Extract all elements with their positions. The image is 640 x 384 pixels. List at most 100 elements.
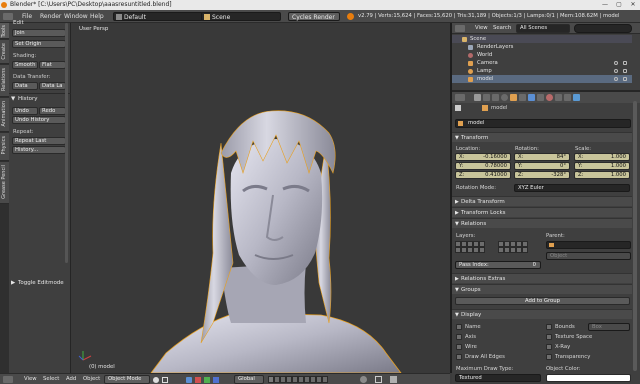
rotation-z-field[interactable]: Z: -328°	[514, 171, 570, 179]
menu-select[interactable]: Select	[43, 375, 59, 384]
material-tab-icon[interactable]	[546, 94, 553, 101]
display-panel-header[interactable]: Display	[452, 309, 632, 320]
outliner-row-camera[interactable]: Camera	[452, 59, 632, 67]
rotate-icon[interactable]	[204, 377, 210, 383]
undo-button[interactable]: Undo	[12, 107, 38, 115]
transparency-checkbox[interactable]	[546, 354, 552, 360]
object-tab-icon[interactable]	[510, 94, 517, 101]
pivot-icon[interactable]	[162, 377, 168, 383]
translate-icon[interactable]	[195, 377, 201, 383]
editor-type-3d-icon[interactable]	[3, 376, 13, 383]
undo-history-button[interactable]: Undo History	[12, 116, 66, 124]
tab-grease-pencil[interactable]: Grease Pencil	[0, 162, 9, 204]
render-tab-icon[interactable]	[474, 94, 481, 101]
scale-x-field[interactable]: X: 1.000	[574, 153, 630, 161]
object-name-field[interactable]: model	[455, 119, 631, 128]
texture-space-checkbox[interactable]	[546, 334, 552, 340]
layer-buttons[interactable]	[268, 376, 328, 383]
tab-relations[interactable]: Relations	[0, 65, 9, 97]
outliner-row-lamp[interactable]: Lamp	[452, 67, 632, 75]
menu-add[interactable]: Add	[66, 375, 76, 384]
outliner-search-input[interactable]	[574, 24, 632, 33]
outliner-menu-search[interactable]: Search	[493, 24, 511, 33]
rotation-y-field[interactable]: Y: 0°	[514, 162, 570, 170]
object-layers-grid-left[interactable]	[455, 241, 485, 253]
toggle-editmode-arrow-icon[interactable]: ▶	[11, 280, 15, 286]
properties-editor-icon[interactable]	[455, 94, 465, 101]
render-layers-tab-icon[interactable]	[483, 94, 490, 101]
tab-create[interactable]: Create	[0, 40, 9, 64]
texture-tab-icon[interactable]	[555, 94, 562, 101]
flat-button[interactable]: Flat	[39, 61, 66, 69]
selectable-arrow-icon[interactable]	[623, 61, 627, 65]
layout-selector[interactable]: Default	[113, 12, 203, 21]
outliner-row-model[interactable]: model	[452, 75, 632, 83]
bounds-type-dropdown[interactable]: Box	[588, 323, 630, 331]
visibility-eye-icon[interactable]	[614, 69, 618, 73]
3d-viewport[interactable]: User Persp (0) model	[71, 23, 450, 373]
repeat-history-button[interactable]: History...	[12, 146, 66, 154]
relations-panel-header[interactable]: Relations	[452, 218, 632, 229]
location-x-field[interactable]: X: -0.16000	[455, 153, 511, 161]
add-to-group-button[interactable]: Add to Group	[455, 297, 630, 305]
draw-all-edges-checkbox[interactable]	[456, 354, 462, 360]
properties-scrollbar[interactable]	[633, 101, 637, 371]
location-y-field[interactable]: Y: 0.78000	[455, 162, 511, 170]
snap-icon[interactable]	[375, 376, 382, 383]
selectable-arrow-icon[interactable]	[623, 69, 627, 73]
proportional-edit-icon[interactable]	[360, 376, 367, 383]
render-engine-selector[interactable]: Cycles Render	[288, 12, 340, 21]
data-tab-icon[interactable]	[537, 94, 544, 101]
pin-icon[interactable]	[455, 105, 461, 111]
history-arrow-icon[interactable]: ▼	[11, 96, 15, 102]
particles-tab-icon[interactable]	[564, 94, 571, 101]
toggle-editmode-header[interactable]: Toggle Editmode	[18, 280, 64, 286]
object-color-swatch[interactable]	[546, 374, 631, 382]
repeat-last-button[interactable]: Repeat Last	[12, 137, 66, 145]
location-z-field[interactable]: Z: 0.41000	[455, 171, 511, 179]
scale-z-field[interactable]: Z: 1.000	[574, 171, 630, 179]
bounds-checkbox[interactable]	[546, 324, 552, 330]
edit-header[interactable]: Edit	[13, 20, 24, 26]
data-layers-button[interactable]: Data La	[39, 82, 66, 90]
object-layers-grid-right[interactable]	[498, 241, 528, 253]
physics-tab-icon[interactable]	[573, 94, 580, 101]
groups-panel-header[interactable]: Groups	[452, 284, 632, 295]
rotation-x-field[interactable]: X: 84°	[514, 153, 570, 161]
xray-checkbox[interactable]	[546, 344, 552, 350]
scale-icon[interactable]	[213, 377, 219, 383]
outliner-menu-view[interactable]: View	[475, 24, 488, 33]
scene-selector[interactable]: Scene	[201, 12, 281, 21]
menu-help[interactable]: Help	[90, 12, 104, 21]
rotation-mode-dropdown[interactable]: XYZ Euler	[514, 184, 630, 192]
world-tab-icon[interactable]	[501, 94, 508, 101]
tab-animation[interactable]: Animation	[0, 98, 9, 132]
mode-selector[interactable]: Object Mode	[104, 375, 150, 384]
scale-y-field[interactable]: Y: 1.000	[574, 162, 630, 170]
set-origin-button[interactable]: Set Origin	[12, 40, 66, 48]
join-button[interactable]: Join	[12, 29, 66, 37]
history-header[interactable]: History	[18, 96, 38, 102]
delta-transform-panel-header[interactable]: Delta Transform	[452, 196, 632, 207]
constraints-tab-icon[interactable]	[519, 94, 526, 101]
outliner-row-renderlayers[interactable]: RenderLayers	[452, 43, 632, 51]
tab-physics[interactable]: Physics	[0, 133, 9, 161]
menu-view[interactable]: View	[24, 375, 37, 384]
close-button[interactable]: ✕	[626, 0, 640, 10]
modifiers-tab-icon[interactable]	[528, 94, 535, 101]
name-checkbox[interactable]	[456, 324, 462, 330]
outliner-filter-selector[interactable]: All Scenes	[516, 24, 570, 33]
menu-render[interactable]: Render	[40, 12, 61, 21]
relations-extras-panel-header[interactable]: Relations Extras	[452, 273, 632, 284]
viewport-shading-icon[interactable]	[153, 377, 159, 383]
outliner-row-world[interactable]: World	[452, 51, 632, 59]
data-button[interactable]: Data	[12, 82, 38, 90]
selectable-arrow-icon[interactable]	[623, 77, 627, 81]
maximize-button[interactable]: ▢	[612, 0, 626, 10]
outliner-editor-icon[interactable]	[455, 25, 465, 32]
pass-index-field[interactable]: Pass Index: 0	[455, 261, 541, 269]
smooth-button[interactable]: Smooth	[12, 61, 38, 69]
tab-tools[interactable]: Tools	[0, 23, 9, 39]
orientation-selector[interactable]: Global	[234, 375, 264, 384]
wire-checkbox[interactable]	[456, 344, 462, 350]
